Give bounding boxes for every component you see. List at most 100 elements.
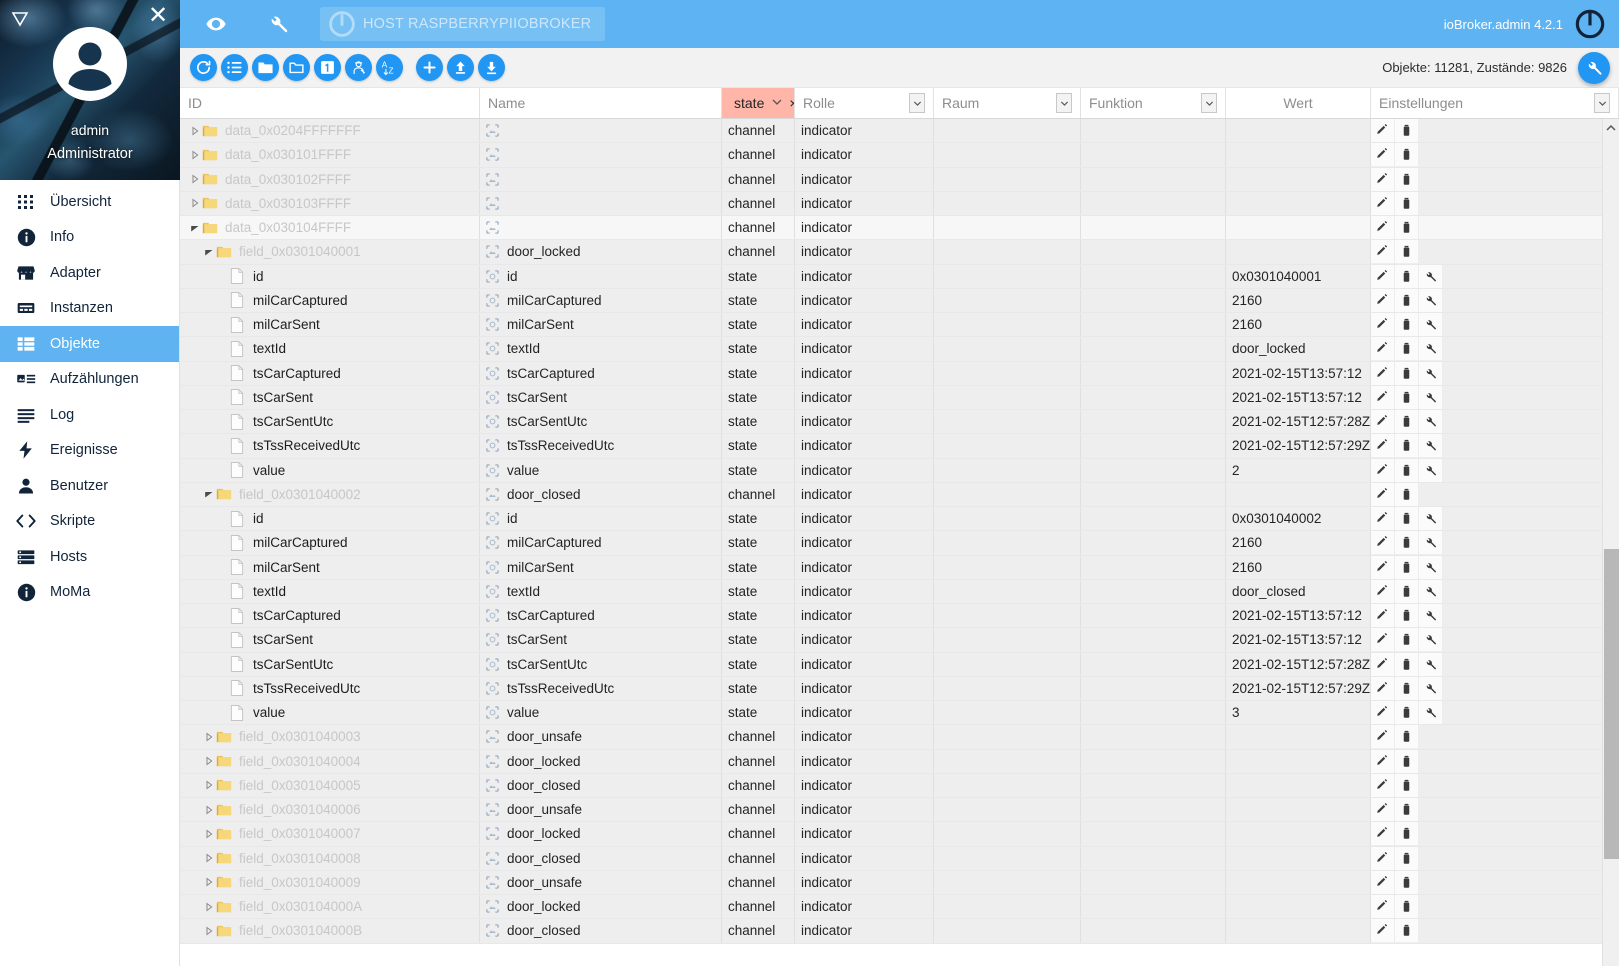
edit-action-button[interactable] — [1371, 919, 1395, 943]
delete-action-button[interactable] — [1395, 555, 1419, 579]
settings-action-button[interactable] — [1419, 361, 1443, 385]
chevron-down-icon[interactable] — [1056, 93, 1072, 113]
depth-one-button[interactable] — [314, 54, 341, 81]
settings-action-button[interactable] — [1419, 604, 1443, 628]
sidebar-item-ereignisse[interactable]: Ereignisse — [0, 433, 179, 469]
delete-action-button[interactable] — [1395, 846, 1419, 870]
column-filter-settings[interactable]: Einstellungen — [1371, 88, 1619, 118]
edit-action-button[interactable] — [1371, 288, 1395, 312]
delete-action-button[interactable] — [1395, 337, 1419, 361]
delete-action-button[interactable] — [1395, 434, 1419, 458]
edit-action-button[interactable] — [1371, 313, 1395, 337]
scroll-up-button[interactable] — [1603, 119, 1619, 136]
chevron-down-icon[interactable] — [770, 95, 784, 112]
edit-action-button[interactable] — [1371, 337, 1395, 361]
edit-action-button[interactable] — [1371, 191, 1395, 215]
table-row[interactable]: field_0x0301040007 door_locked channel indi… — [180, 822, 1619, 847]
edit-action-button[interactable] — [1371, 531, 1395, 555]
close-icon[interactable]: ✕ — [146, 4, 170, 29]
table-row[interactable]: field_0x0301040006 door_unsafe channel indi… — [180, 798, 1619, 823]
delete-action-button[interactable] — [1395, 458, 1419, 482]
delete-action-button[interactable] — [1395, 652, 1419, 676]
edit-action-button[interactable] — [1371, 579, 1395, 603]
delete-action-button[interactable] — [1395, 313, 1419, 337]
settings-action-button[interactable] — [1419, 652, 1443, 676]
add-object-button[interactable] — [416, 54, 443, 81]
settings-action-button[interactable] — [1419, 288, 1443, 312]
settings-action-button[interactable] — [1419, 434, 1443, 458]
edit-action-button[interactable] — [1371, 870, 1395, 894]
edit-action-button[interactable] — [1371, 143, 1395, 167]
sidebar-item-info[interactable]: Info — [0, 220, 179, 256]
edit-action-button[interactable] — [1371, 701, 1395, 725]
delete-action-button[interactable] — [1395, 240, 1419, 264]
table-row[interactable]: textId textId state indicator door_closed — [180, 579, 1619, 604]
expand-collapse-icon-open[interactable] — [202, 247, 216, 257]
chevron-down-icon[interactable] — [909, 93, 925, 113]
table-row[interactable]: field_0x0301040001 door_locked channel indi… — [180, 240, 1619, 265]
expand-all-button[interactable] — [221, 54, 248, 81]
settings-action-button[interactable] — [1419, 385, 1443, 409]
expand-collapse-icon-closed[interactable] — [202, 732, 216, 742]
edit-action-button[interactable] — [1371, 798, 1395, 822]
delete-action-button[interactable] — [1395, 264, 1419, 288]
settings-action-button[interactable] — [1419, 628, 1443, 652]
expand-collapse-icon-closed[interactable] — [188, 126, 202, 136]
settings-action-button[interactable] — [1419, 579, 1443, 603]
delete-action-button[interactable] — [1395, 870, 1419, 894]
sidebar-item-hosts[interactable]: Hosts — [0, 539, 179, 575]
delete-action-button[interactable] — [1395, 216, 1419, 240]
delete-action-button[interactable] — [1395, 143, 1419, 167]
table-row[interactable]: tsCarSent tsCarSent state indicator 2021-02-… — [180, 628, 1619, 653]
table-row[interactable]: tsCarSent tsCarSent state indicator 2021-02-… — [180, 385, 1619, 410]
table-row[interactable]: tsCarCaptured tsCarCaptured state indicator… — [180, 361, 1619, 386]
settings-action-button[interactable] — [1419, 555, 1443, 579]
chevron-down-icon[interactable] — [1201, 93, 1217, 113]
column-filter-id[interactable]: ID — [180, 88, 480, 118]
expand-collapse-icon-open[interactable] — [202, 489, 216, 499]
sidebar-item-instanzen[interactable]: Instanzen — [0, 291, 179, 327]
delete-action-button[interactable] — [1395, 676, 1419, 700]
expand-collapse-icon-closed[interactable] — [202, 829, 216, 839]
table-row[interactable]: field_0x0301040004 door_locked channel indi… — [180, 749, 1619, 774]
column-filter-role[interactable]: Rolle — [795, 88, 934, 118]
column-filter-room[interactable]: Raum — [934, 88, 1081, 118]
host-selector[interactable]: HOST RASPBERRYPIIOBROKER — [320, 7, 606, 41]
table-row[interactable]: milCarCaptured milCarCaptured state indicat… — [180, 531, 1619, 556]
expand-collapse-icon-closed[interactable] — [188, 198, 202, 208]
edit-action-button[interactable] — [1371, 119, 1395, 143]
table-row[interactable]: data_0x0204FFFFFFF channel indicator — [180, 119, 1619, 144]
table-row[interactable]: tsCarCaptured tsCarCaptured state indicator… — [180, 604, 1619, 629]
delete-action-button[interactable] — [1395, 604, 1419, 628]
expand-collapse-icon-closed[interactable] — [202, 877, 216, 887]
expand-collapse-icon-closed[interactable] — [202, 805, 216, 815]
edit-action-button[interactable] — [1371, 434, 1395, 458]
settings-action-button[interactable] — [1419, 507, 1443, 531]
table-row[interactable]: id id state indicator 0x0301040002 — [180, 507, 1619, 532]
column-filter-type[interactable]: state × — [722, 88, 795, 118]
expand-collapse-icon-open[interactable] — [188, 223, 202, 233]
table-row[interactable]: milCarCaptured milCarCaptured state indicat… — [180, 288, 1619, 313]
edit-action-button[interactable] — [1371, 628, 1395, 652]
sidebar-item-log[interactable]: Log — [0, 397, 179, 433]
delete-action-button[interactable] — [1395, 628, 1419, 652]
delete-action-button[interactable] — [1395, 701, 1419, 725]
edit-action-button[interactable] — [1371, 167, 1395, 191]
sidebar-item-benutzer[interactable]: Benutzer — [0, 468, 179, 504]
table-row[interactable]: tsCarSentUtc tsCarSentUtc state indicator 20… — [180, 652, 1619, 677]
settings-action-button[interactable] — [1419, 531, 1443, 555]
collapse-folder-button[interactable] — [252, 54, 279, 81]
delete-action-button[interactable] — [1395, 361, 1419, 385]
wrench-icon[interactable] — [258, 4, 298, 44]
expand-collapse-icon-closed[interactable] — [202, 926, 216, 936]
settings-action-button[interactable] — [1419, 337, 1443, 361]
collapse-triangle-icon[interactable] — [9, 8, 31, 30]
sidebar-item-adapter[interactable]: Adapter — [0, 255, 179, 291]
column-filter-name[interactable]: Name — [480, 88, 722, 118]
expand-collapse-icon-closed[interactable] — [202, 756, 216, 766]
delete-action-button[interactable] — [1395, 919, 1419, 943]
edit-action-button[interactable] — [1371, 725, 1395, 749]
settings-action-button[interactable] — [1419, 676, 1443, 700]
settings-action-button[interactable] — [1419, 313, 1443, 337]
table-row[interactable]: field_0x0301040008 door_closed channel indi… — [180, 846, 1619, 871]
